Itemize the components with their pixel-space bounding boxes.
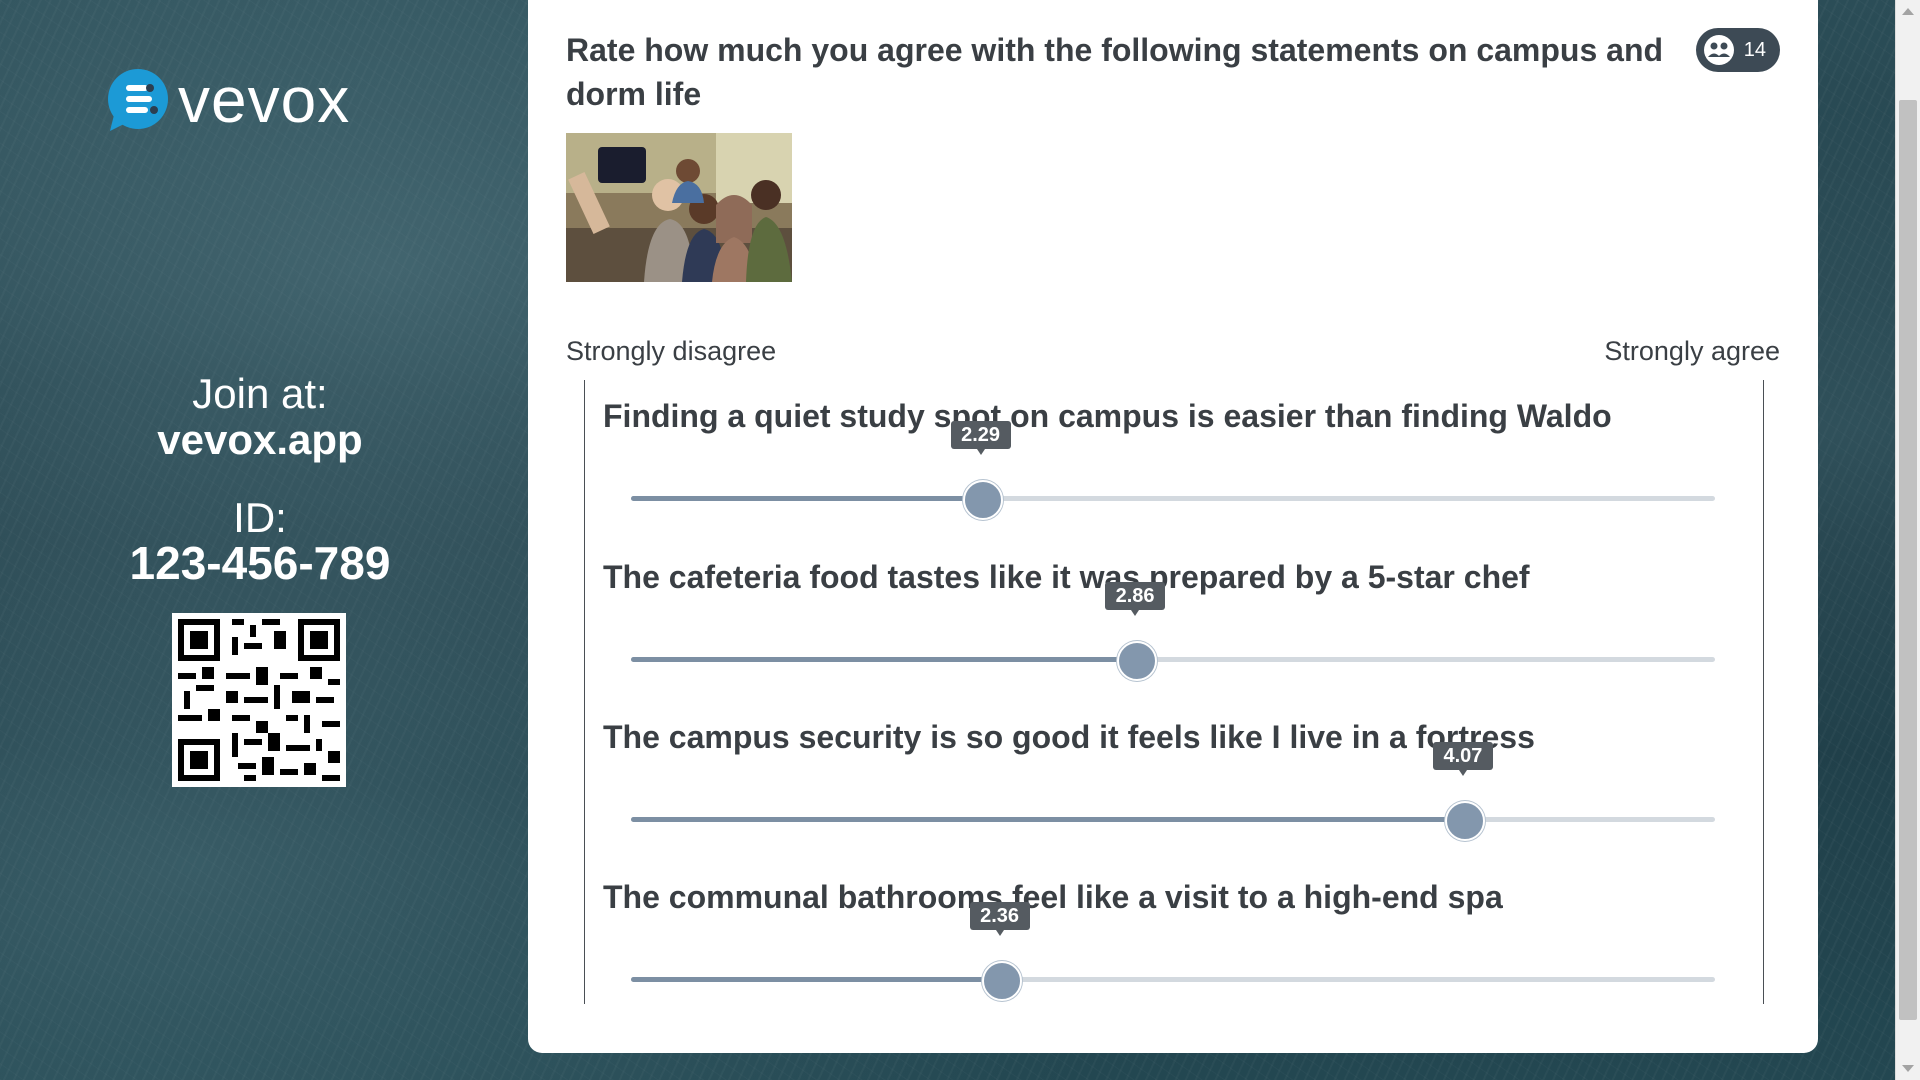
rating-slider-thumb[interactable] [981,961,1022,1001]
statement-item: The cafeteria food tastes like it was pr… [585,541,1763,701]
statement-item: The campus security is so good it feels … [585,701,1763,861]
page-scrollbar[interactable] [1895,0,1920,1080]
chat-bubble-logo-icon [104,67,170,133]
average-tooltip: 2.86 [1105,582,1166,616]
rating-slider-track: 2.86 [631,582,1715,681]
average-tooltip: 2.36 [969,902,1030,936]
rating-slider-thumb[interactable] [1117,641,1158,681]
rating-slider-fill [631,977,1000,982]
statement-text: The cafeteria food tastes like it was pr… [603,559,1530,595]
scale-max-label: Strongly agree [1604,336,1780,366]
statement-text: The campus security is so good it feels … [603,719,1535,755]
question-title: Rate how much you agree with the followi… [566,32,1664,112]
scroll-down-icon[interactable] [1902,1065,1914,1072]
rating-slider-track: 4.07 [631,742,1715,841]
brand-name: vevox [178,64,351,136]
rating-slider-thumb[interactable] [962,480,1003,520]
scale-min-label: Strongly disagree [566,336,777,366]
statement-item: The communal bathrooms feel like a visit… [585,861,1763,1021]
statements-list: Finding a quiet study spot on campus is … [584,380,1764,1004]
join-url[interactable]: vevox.app [0,416,520,464]
rating-slider-thumb[interactable] [1444,801,1485,841]
people-icon [1702,33,1736,67]
statement-text: Finding a quiet study spot on campus is … [603,398,1612,434]
scroll-up-icon[interactable] [1902,8,1914,15]
rating-slider-fill [631,496,981,501]
average-tooltip: 4.07 [1432,742,1493,776]
question-card: Rate how much you agree with the followi… [528,0,1818,1053]
join-label: Join at: [192,370,328,417]
scrollbar-thumb[interactable] [1899,100,1917,1020]
event-id-value: 123-456-789 [129,537,391,589]
participants-badge: 14 [1695,28,1780,72]
statement-text: The communal bathrooms feel like a visit… [603,879,1503,915]
vevox-logo: vevox [104,60,424,140]
average-tooltip: 2.29 [950,421,1011,455]
event-id-label: ID: [233,494,287,541]
rating-slider-track: 2.29 [631,421,1715,520]
statement-item: Finding a quiet study spot on campus is … [585,380,1763,540]
participants-count: 14 [1743,38,1766,61]
rating-slider-track: 2.36 [631,902,1715,1001]
group-selfie-photo [566,133,792,282]
qr-code [172,613,346,787]
rating-slider-fill [631,817,1463,822]
rating-slider-fill [631,657,1136,662]
